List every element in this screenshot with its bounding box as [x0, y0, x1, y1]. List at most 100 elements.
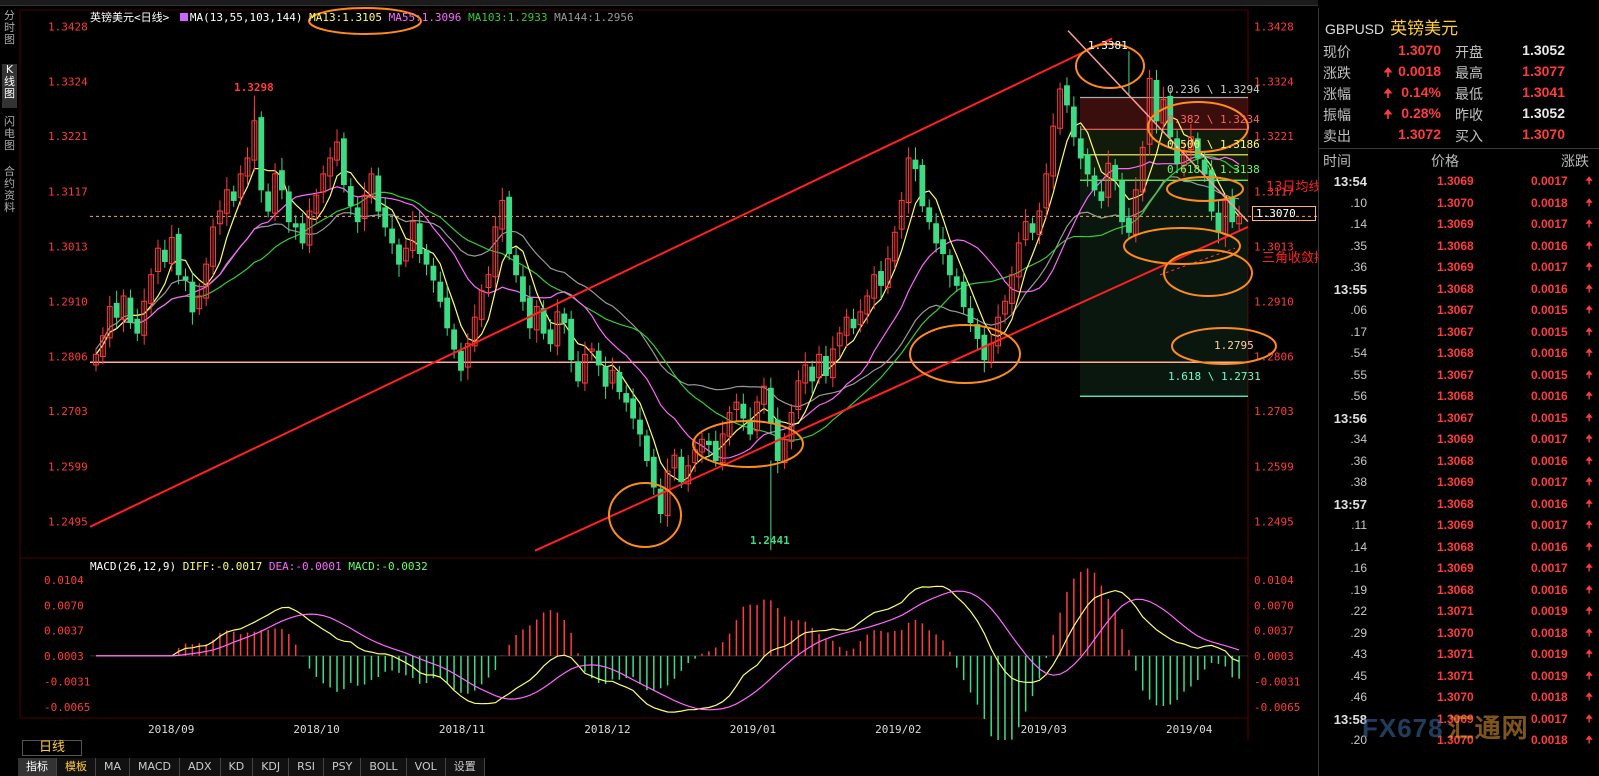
tick-time: .11: [1351, 518, 1367, 532]
x-tick: 2018/09: [148, 723, 194, 736]
up-arrow-icon: 🠉: [1585, 348, 1594, 359]
tick-row: .43 1.3071 0.0019 🠉: [1319, 644, 1599, 666]
candle-body: [1126, 217, 1132, 233]
up-arrow-icon: 🠉: [1585, 412, 1594, 424]
candle-body: [940, 239, 946, 255]
y-tick-left: 1.2806: [48, 350, 88, 363]
x-tick: 2018/11: [439, 723, 485, 736]
quote-symbol-cn: 英镑美元: [1390, 19, 1459, 39]
candle-body: [926, 207, 933, 223]
up-arrow-icon: 🠉: [1585, 606, 1594, 617]
x-tick: 2019/01: [730, 723, 776, 736]
candle-body: [850, 318, 857, 329]
tick-change: 0.0015: [1531, 324, 1568, 339]
candle-body: [389, 228, 396, 244]
fib-label-0500: 0.500 \ 1.3186: [1167, 138, 1260, 151]
period-label[interactable]: 日线: [22, 740, 82, 756]
macd-tick-right: 0.0070: [1254, 600, 1294, 613]
y-tick-left: 1.3324: [48, 76, 88, 89]
tick-time: 13:55: [1333, 281, 1367, 297]
tick-time: .20: [1350, 733, 1367, 747]
indicator-tab[interactable]: 指标: [18, 758, 57, 776]
tick-price: 1.3069: [1437, 260, 1474, 274]
candle-body: [340, 138, 347, 186]
tick-row: .36 1.3069 0.0017 🠉: [1319, 257, 1599, 279]
y-tick-right: 1.2495: [1254, 516, 1294, 529]
tick-time: .46: [1350, 690, 1367, 704]
indicator-tab[interactable]: 设置: [445, 758, 485, 776]
y-tick-left: 1.2910: [48, 295, 88, 308]
fib-label-1618: 1.618 \ 1.2731: [1168, 370, 1261, 383]
up-arrow-icon: 🠉: [1585, 305, 1594, 316]
indicator-tab[interactable]: MACD: [130, 758, 180, 776]
tick-row: .54 1.3068 0.0016 🠉: [1319, 343, 1599, 365]
candle-body: [912, 159, 919, 170]
tick-time: .14: [1350, 217, 1367, 231]
tick-row: .17 1.3067 0.0015 🠉: [1319, 322, 1599, 344]
x-tick: 2019/04: [1166, 723, 1213, 736]
candle-body: [823, 355, 829, 377]
tick-price: 1.3068: [1437, 496, 1474, 511]
tick-price: 1.3070: [1437, 690, 1474, 704]
indicator-tab[interactable]: RSI: [289, 758, 325, 776]
tick-row: .29 1.3070 0.0018 🠉: [1319, 623, 1599, 645]
chart-symbol: 英镑美元: [90, 11, 134, 24]
indicator-tab[interactable]: VOL: [406, 758, 446, 776]
tick-time: .10: [1350, 195, 1367, 210]
quote-row: 卖出 1.3072 买入 1.3070: [1319, 124, 1599, 145]
kline-chart[interactable]: 1.3428 1.3428 1.3324 1.3324 1.3221 1.3221 1.31…: [0, 0, 1318, 740]
annotation-ellipse: [909, 324, 1021, 384]
tick-time: .16: [1350, 561, 1367, 575]
candle-body: [430, 265, 437, 281]
up-arrow-icon: 🠉: [1585, 240, 1594, 252]
up-arrow-icon: 🠉: [1585, 670, 1594, 682]
up-arrow-icon: 🠉: [1585, 219, 1594, 230]
candle-body: [444, 297, 451, 329]
candle-body: [175, 233, 182, 276]
candle-body: [1098, 191, 1105, 201]
tick-time: .14: [1350, 539, 1367, 554]
up-arrow-icon: 🠉: [1585, 434, 1594, 445]
indicator-tabs: 指标 模板 MA MACD ADX KD KDJ RSI PSY BOLL VOL 设置: [18, 758, 485, 776]
candle-body: [416, 223, 423, 255]
indicator-tab[interactable]: KDJ: [253, 758, 290, 776]
indicator-tab[interactable]: KD: [220, 758, 254, 776]
tick-row: 13:56 1.3067 0.0015 🠉: [1319, 408, 1599, 430]
up-arrow-icon: 🠉: [1585, 262, 1594, 273]
quote-value: 1.3072: [1398, 126, 1441, 142]
quote-key: 最低: [1455, 87, 1483, 103]
ma13-line: [95, 115, 1240, 483]
tick-change: 0.0017: [1531, 475, 1568, 489]
quote-value: 0.14%: [1401, 84, 1441, 100]
candle-body: [513, 255, 519, 276]
candle-body: [878, 271, 884, 286]
tick-change: 0.0016: [1531, 346, 1568, 360]
candle-body: [602, 366, 609, 387]
indicator-tab[interactable]: 模板: [57, 758, 96, 776]
candle-body: [712, 440, 719, 461]
quote-key: 涨幅: [1323, 87, 1351, 103]
tick-row: .14 1.3069 0.0017 🠉: [1319, 214, 1599, 236]
tick-time: .55: [1350, 367, 1367, 382]
indicator-tab[interactable]: MA: [96, 758, 131, 776]
up-arrow-icon: 🠉: [1585, 627, 1594, 639]
indicator-tab[interactable]: ADX: [180, 758, 221, 776]
candle-body: [650, 456, 657, 488]
candle-body: [134, 318, 141, 334]
up-arrow-icon: 🠉: [1585, 197, 1594, 209]
candle-body: [637, 419, 643, 435]
candle-body: [1229, 196, 1236, 223]
candle-body: [1119, 180, 1125, 223]
quote-row: 现价 1.3070 开盘 1.3052: [1319, 40, 1599, 61]
quote-row: 振幅 🠉 0.28% 昨收 1.3052: [1319, 103, 1599, 124]
indicator-tab[interactable]: BOLL: [361, 758, 407, 776]
tick-price: 1.3068: [1437, 238, 1474, 253]
candle-body: [705, 440, 712, 446]
quote-key: 涨跌: [1323, 66, 1351, 82]
fib-label-0236: 0.236 \ 1.3294: [1167, 83, 1260, 96]
tick-time: .45: [1350, 668, 1367, 683]
indicator-tab[interactable]: PSY: [324, 758, 362, 776]
y-tick-left: 1.2495: [48, 516, 88, 529]
ma-group: MA(13,55,103,144): [189, 11, 303, 24]
candle-body: [740, 403, 747, 419]
